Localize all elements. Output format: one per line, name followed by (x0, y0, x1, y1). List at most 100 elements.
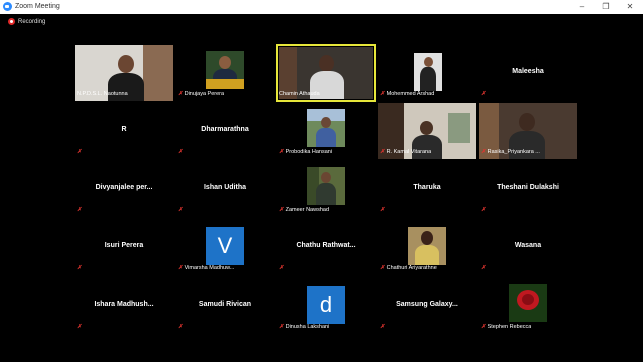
participant-tile[interactable]: Chathu Rathwat... ✗ (277, 219, 375, 275)
participant-tile[interactable]: d ✗ Dinusha Lakshani (277, 278, 375, 334)
participant-name: N.P.D.S.L. Naotunna (77, 91, 128, 97)
muted-mic-icon: ✗ (481, 324, 486, 330)
participant-tile[interactable]: ✗ R. Kamal Vitarana (378, 103, 476, 159)
muted-mic-icon: ✗ (178, 265, 183, 271)
minimize-button[interactable]: – (572, 1, 592, 13)
recording-indicator[interactable]: Recording (8, 17, 45, 27)
participant-photo (414, 53, 442, 91)
participant-tile[interactable]: ✗ Mohemmed Arshad (378, 45, 476, 101)
close-button[interactable]: ✕ (620, 1, 640, 13)
muted-mic-icon: ✗ (279, 265, 284, 271)
muted-mic-icon: ✗ (178, 91, 183, 97)
participant-caption: ✗ (178, 323, 185, 332)
participant-photo (307, 109, 345, 147)
video-background (448, 113, 470, 143)
participant-name: Divyanjalee per... (95, 184, 153, 191)
participant-caption: ✗ (380, 323, 387, 332)
participant-caption: ✗ Zameer Nawshad (279, 206, 329, 215)
muted-mic-icon: ✗ (380, 207, 385, 213)
participant-name: Dinusha Lakshani (285, 324, 330, 330)
recording-label: Recording (18, 19, 46, 25)
rose-image (522, 294, 534, 305)
participant-tile[interactable]: ✗ Stephen Rebecca (479, 278, 577, 334)
participant-tile[interactable]: Dharmarathna ✗ (176, 103, 274, 159)
participant-tile[interactable]: Wasana ✗ (479, 219, 577, 275)
participant-caption: ✗ (178, 206, 185, 215)
video-person (319, 55, 334, 72)
participant-name: Stephen Rebecca (487, 324, 532, 330)
muted-mic-icon: ✗ (481, 91, 486, 97)
record-icon (8, 17, 15, 25)
muted-mic-icon: ✗ (77, 149, 82, 155)
participant-name: Maleesha (512, 68, 544, 75)
participant-caption: ✗ Vimarsha Madhuw... (178, 264, 234, 273)
muted-mic-icon: ✗ (380, 265, 385, 271)
avatar: d (307, 286, 345, 324)
muted-mic-icon: ✗ (77, 265, 82, 271)
window-titlebar: Zoom Meeting – ❐ ✕ (0, 0, 643, 14)
participant-tile[interactable]: Isuri Perera ✗ (75, 219, 173, 275)
participant-name: Chathuri Ariyarathne (386, 265, 437, 271)
participant-name: Chathu Rathwat... (296, 242, 356, 249)
participant-caption: ✗ (77, 264, 84, 273)
participant-photo (307, 167, 345, 205)
participant-name: Ishara Madhush... (94, 301, 154, 308)
participant-caption: ✗ (481, 90, 488, 99)
participant-tile[interactable]: R ✗ (75, 103, 173, 159)
video-person (421, 231, 433, 245)
participant-tile[interactable]: Ishara Madhush... ✗ (75, 278, 173, 334)
participant-photo (206, 51, 244, 89)
video-person (316, 128, 336, 147)
participant-name: Dinujaya Perera (184, 91, 225, 97)
participant-tile[interactable]: Samsung Galaxy... ✗ (378, 278, 476, 334)
participant-tile[interactable]: ✗ Probodika Hansani (277, 103, 375, 159)
participant-name: Wasana (514, 242, 542, 249)
participant-photo (509, 284, 547, 322)
participant-caption: ✗ (380, 206, 387, 215)
muted-mic-icon: ✗ (481, 149, 486, 155)
participant-tile[interactable]: Theshani Dulakshi ✗ (479, 161, 577, 217)
window-title: Zoom Meeting (15, 3, 60, 10)
participant-caption: ✗ Rasika_Priyankara ... (481, 148, 540, 157)
video-person (321, 172, 331, 183)
maximize-button[interactable]: ❐ (596, 1, 616, 13)
participant-caption: ✗ Chathuri Ariyarathne (380, 264, 437, 273)
muted-mic-icon: ✗ (279, 149, 284, 155)
participant-caption: ✗ (481, 206, 488, 215)
muted-mic-icon: ✗ (77, 324, 82, 330)
participant-caption: ✗ Stephen Rebecca (481, 323, 531, 332)
video-background (206, 79, 244, 89)
participant-name: Samudi Rivican (198, 301, 252, 308)
participant-name: Vimarsha Madhuw... (184, 265, 235, 271)
muted-mic-icon: ✗ (178, 149, 183, 155)
participant-tile[interactable]: ✗ Rasika_Priyankara ... (479, 103, 577, 159)
participant-name: Ishan Uditha (203, 184, 246, 191)
participant-tile[interactable]: Samudi Rivican ✗ (176, 278, 274, 334)
participant-tile[interactable]: Maleesha ✗ (479, 45, 577, 101)
participant-name: Chamin Athauda (279, 91, 320, 97)
muted-mic-icon: ✗ (279, 324, 284, 330)
participant-tile[interactable]: Divyanjalee per... ✗ (75, 161, 173, 217)
participant-tile[interactable]: N.P.D.S.L. Naotunna (75, 45, 173, 101)
muted-mic-icon: ✗ (481, 265, 486, 271)
participant-tile[interactable]: ✗ Chathuri Ariyarathne (378, 219, 476, 275)
video-person (420, 67, 436, 91)
participant-tile[interactable]: Ishan Uditha ✗ (176, 161, 274, 217)
participant-caption: ✗ Dinusha Lakshani (279, 323, 329, 332)
video-person (420, 121, 433, 135)
participant-tile[interactable]: ✗ Dinujaya Perera (176, 45, 274, 101)
participant-name: R. Kamal Vitarana (386, 149, 432, 155)
participant-name: Probodika Hansani (285, 149, 333, 155)
participant-tile[interactable]: ✗ Zameer Nawshad (277, 161, 375, 217)
participant-name: Theshani Dulakshi (497, 184, 559, 191)
participant-caption: ✗ (481, 264, 488, 273)
participant-tile[interactable]: Tharuka ✗ (378, 161, 476, 217)
video-person (424, 57, 433, 67)
participant-tile[interactable]: V ✗ Vimarsha Madhuw... (176, 219, 274, 275)
participant-caption: ✗ (77, 148, 84, 157)
participant-caption: ✗ (178, 148, 185, 157)
video-person (321, 117, 331, 128)
participant-photo (408, 227, 446, 265)
muted-mic-icon: ✗ (178, 324, 183, 330)
participant-tile-active-speaker[interactable]: Chamin Athauda (276, 44, 376, 102)
